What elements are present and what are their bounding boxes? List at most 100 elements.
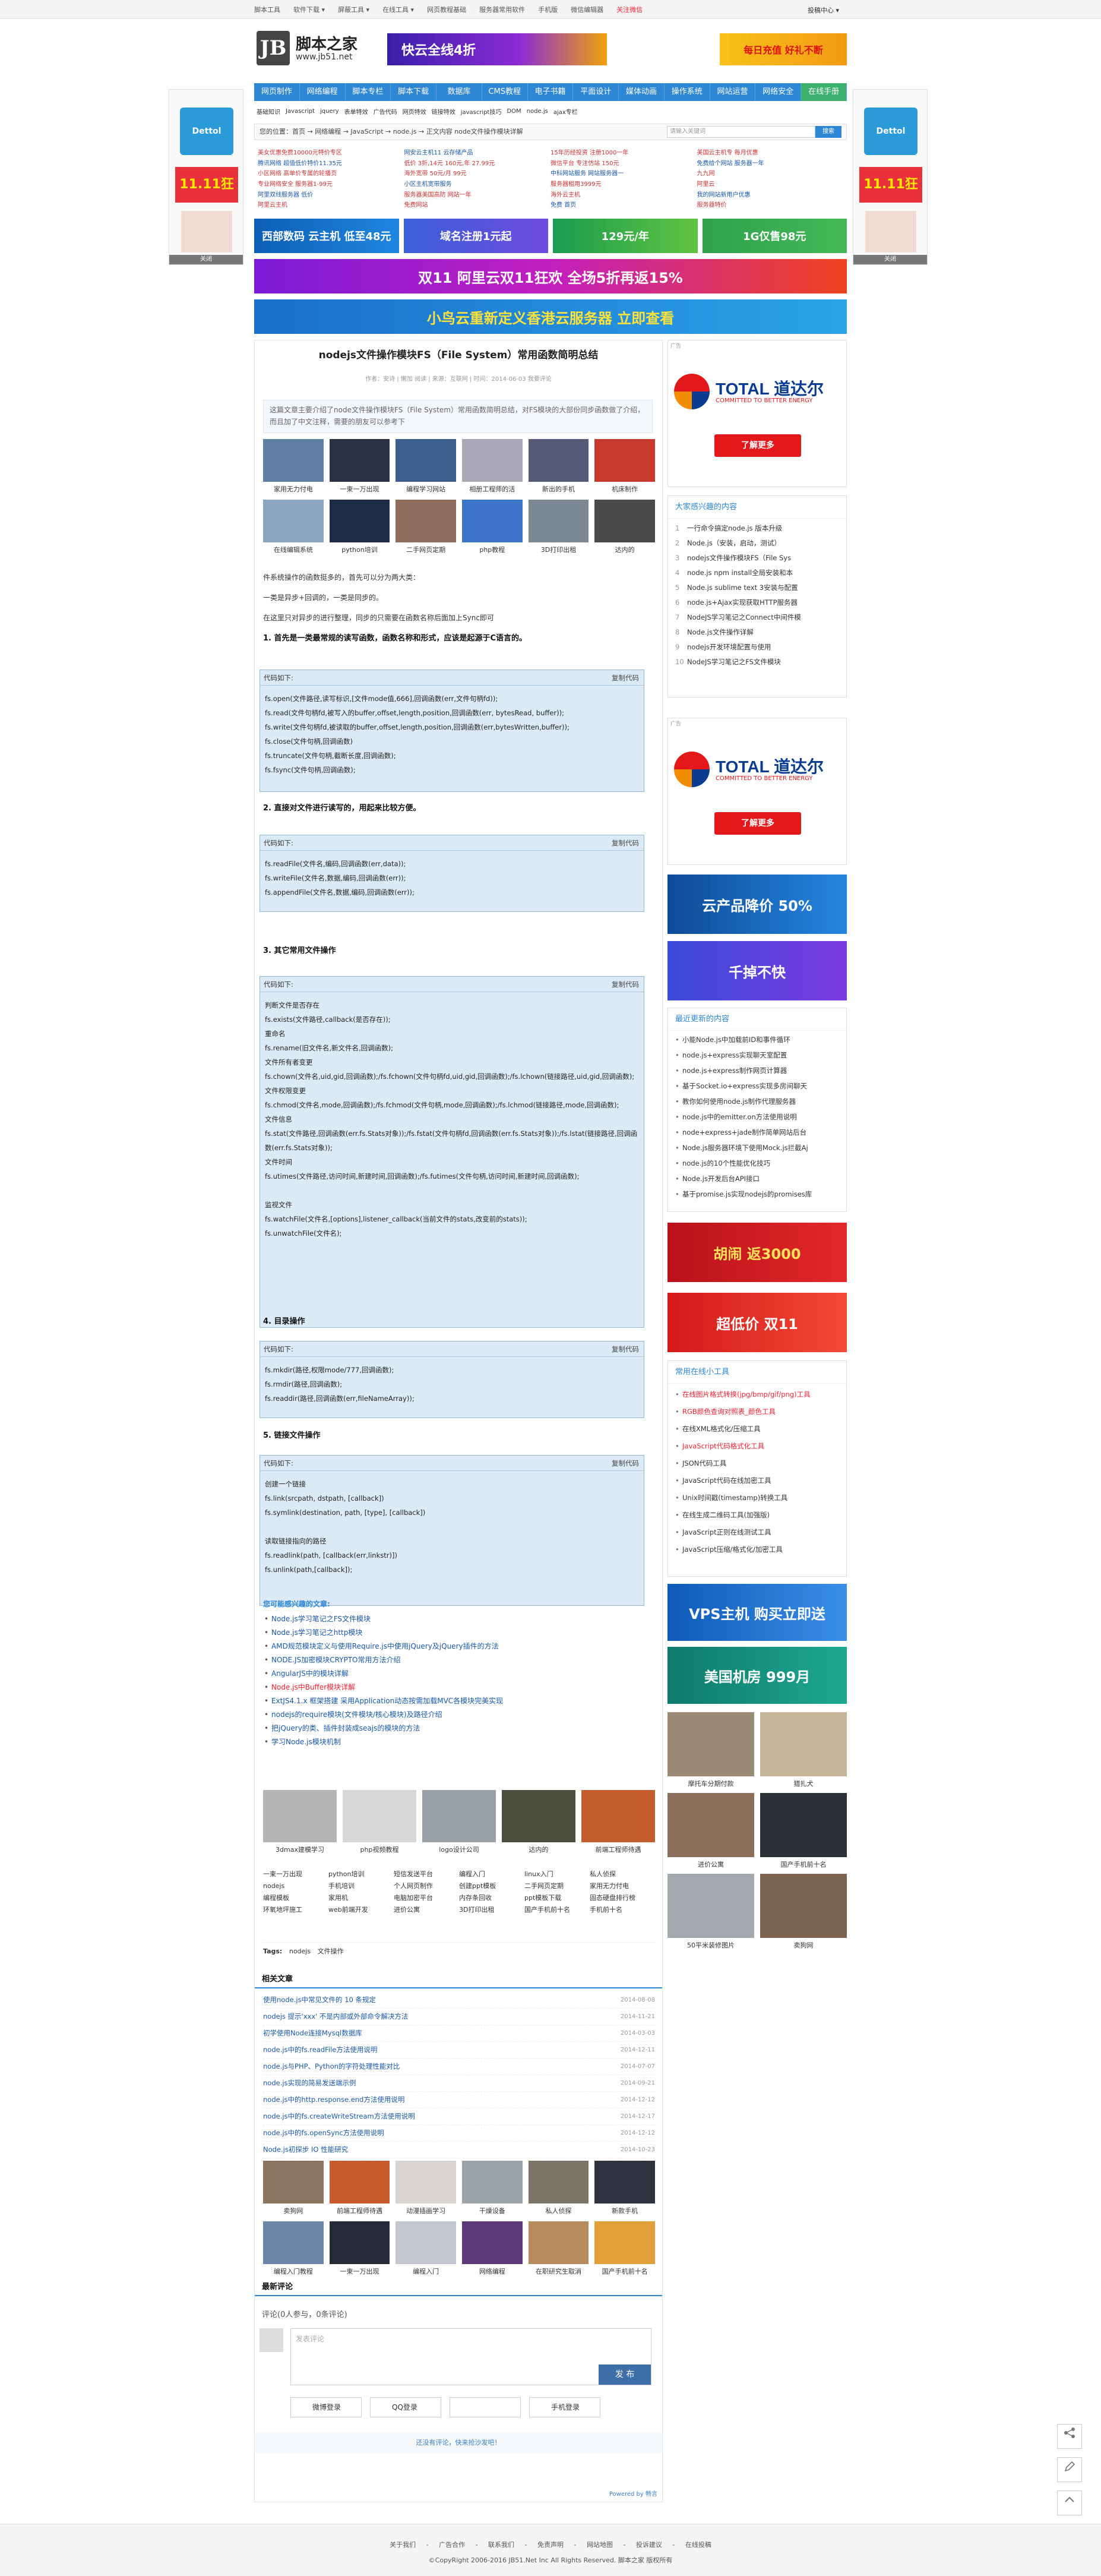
nav-item[interactable]: 电子书籍	[528, 83, 574, 101]
topbar-link[interactable]: 屏蔽工具 ▾	[338, 5, 369, 14]
news-title[interactable]: node.js实现的简易发送端示例	[263, 2075, 356, 2091]
related-link[interactable]: 学习Node.js模块机制	[263, 1735, 655, 1749]
interest-item[interactable]: 10 NodeJS学习笔记之FS文件模块	[675, 655, 839, 670]
related-link[interactable]: Node.js学习笔记之http模块	[263, 1626, 655, 1640]
ad-link[interactable]: 阿里云主机	[258, 201, 404, 211]
ad-link[interactable]: 海外宽带 50元/月 99元	[404, 169, 551, 180]
follow-wechat[interactable]: 关注微信	[616, 5, 643, 14]
keyword-link[interactable]: web前端开发	[328, 1904, 394, 1916]
ad-link[interactable]: 九九网	[697, 169, 844, 180]
thumb-card[interactable]: 在线编辑系统	[263, 500, 324, 558]
pic-card[interactable]: 国产手机前十名	[760, 1793, 847, 1869]
copy-code-button[interactable]: 复制代码	[612, 835, 639, 851]
related-link[interactable]: nodejs的require模块(文件模块/核心模块)及路径介绍	[263, 1708, 655, 1722]
copy-code-button[interactable]: 复制代码	[612, 1341, 639, 1357]
news-title[interactable]: nodejs 提示'xxx' 不是内部或外部命令解决方法	[263, 2009, 408, 2025]
interest-item[interactable]: 8 Node.js文件操作详解	[675, 625, 839, 640]
copy-code-button[interactable]: 复制代码	[612, 977, 639, 992]
sidebar-banner-ad[interactable]: VPS主机 购买立即送	[667, 1584, 847, 1641]
ad-link[interactable]: 免费 首页	[550, 201, 697, 211]
sidebar-banner-ad[interactable]: 千掉不快	[667, 941, 847, 1000]
ad-link[interactable]: 美女优惠免费10000元特价专区	[258, 149, 404, 159]
close-ad-button[interactable]: 关闭	[853, 255, 927, 264]
thumb-card[interactable]: python培训	[329, 500, 390, 558]
nav-item[interactable]: 在线手册	[801, 83, 847, 101]
thumb-card[interactable]: 前端工程师待遇	[581, 1790, 655, 1854]
nav-item[interactable]: 数据库	[436, 83, 482, 101]
nav-item[interactable]: 网页制作	[254, 83, 300, 101]
news-title[interactable]: 初学使用Node连接Mysql数据库	[263, 2025, 362, 2041]
sidebar-banner-ad[interactable]: 超低价 双11	[667, 1293, 847, 1352]
recent-link[interactable]: Node.js开发后台API接口	[675, 1171, 839, 1186]
login-link[interactable]: 投稿中心 ▾	[808, 5, 1101, 15]
search-button[interactable]: 搜索	[815, 126, 841, 138]
keyword-link[interactable]: 二手网页定期	[524, 1880, 590, 1892]
keyword-link[interactable]: 国产手机前十名	[524, 1904, 590, 1916]
tool-link[interactable]: Unix时间戳(timestamp)转换工具	[675, 1489, 839, 1507]
wide-banner-ad[interactable]: 小鸟云重新定义香港云服务器 立即查看	[254, 299, 847, 334]
news-title[interactable]: node.js中的fs.createWriteStream方法使用说明	[263, 2108, 415, 2124]
pic-card[interactable]: 卖狗网	[760, 1874, 847, 1950]
footer-links[interactable]: 关于我们 - 广告合作 - 联系我们 - 免责声明 - 网站地图 - 投诉建议 …	[0, 2540, 1101, 2549]
keyword-link[interactable]: 家用机	[328, 1892, 394, 1904]
interest-item[interactable]: 1 一行命令搞定node.js 版本升级	[675, 521, 839, 536]
related-link[interactable]: 把jQuery的类、插件封装成seajs的模块的方法	[263, 1722, 655, 1735]
interest-item[interactable]: 4 node.js npm install全局安装和本	[675, 566, 839, 580]
keyword-link[interactable]: ppt模板下载	[524, 1892, 590, 1904]
keyword-link[interactable]: 个人网页制作	[394, 1880, 459, 1892]
news-title[interactable]: node.js中的fs.readFile方法使用说明	[263, 2042, 377, 2058]
recent-link[interactable]: node+express+jade制作简单网站后台	[675, 1125, 839, 1140]
keyword-link[interactable]: 电脑加密平台	[394, 1892, 459, 1904]
news-title[interactable]: Node.js初探步 IO 性能研究	[263, 2142, 348, 2158]
thumb-card[interactable]: php教程	[461, 500, 523, 558]
recent-link[interactable]: 小能Node.js中加载前ID和事件循环	[675, 1032, 839, 1047]
ad-link[interactable]: 服务器租用3999元	[550, 180, 697, 191]
news-row[interactable]: node.js实现的简易发送端示例 2014-09-21	[263, 2075, 655, 2092]
tool-link[interactable]: JavaScript代码格式化工具	[675, 1438, 839, 1455]
left-float-ad[interactable]: Dettol 11.11狂欢 关闭	[169, 89, 243, 265]
news-row[interactable]: 使用node.js中常见文件的 10 条规定 2014-08-08	[263, 1992, 655, 2009]
pic-card[interactable]: 进价公寓	[667, 1793, 754, 1869]
thumb-card[interactable]: 网络编程	[461, 2221, 523, 2280]
learn-more-button[interactable]: 了解更多	[714, 812, 801, 835]
subnav-link[interactable]: Javascript	[286, 108, 315, 115]
ad-link[interactable]: 服务器特价	[697, 201, 844, 211]
thumb-card[interactable]: 新款手机	[594, 2161, 655, 2219]
thumb-card[interactable]: 在职研究生取消	[528, 2221, 589, 2280]
keyword-link[interactable]: 一束一万出现	[263, 1868, 328, 1880]
banner-ad[interactable]: 1G仅售98元	[702, 219, 847, 253]
keyword-link[interactable]: 固态硬盘排行榜	[590, 1892, 655, 1904]
recent-link[interactable]: node.js的10个性能优化技巧	[675, 1156, 839, 1171]
news-title[interactable]: node.js中的fs.openSync方法使用说明	[263, 2125, 384, 2141]
keyword-link[interactable]: 编程模板	[263, 1892, 328, 1904]
thumb-card[interactable]: 达内的	[594, 500, 655, 558]
tool-link[interactable]: 在线XML格式化/压缩工具	[675, 1420, 839, 1438]
subnav-link[interactable]: ajax专栏	[553, 107, 578, 116]
ad-link[interactable]: 小区主机宽带服务	[404, 180, 551, 191]
subnav-link[interactable]: 广告代码	[374, 107, 397, 116]
news-row[interactable]: Node.js初探步 IO 性能研究 2014-10-23	[263, 2142, 655, 2158]
news-row[interactable]: node.js与PHP、Python的字符处理性能对比 2014-07-07	[263, 2059, 655, 2075]
tool-link[interactable]: JSON代码工具	[675, 1455, 839, 1472]
comment-textarea[interactable]: 发表评论 发 布	[290, 2328, 651, 2385]
banner-ad[interactable]: 129元/年	[553, 219, 698, 253]
news-row[interactable]: node.js中的fs.createWriteStream方法使用说明 2014-…	[263, 2108, 655, 2125]
tool-link[interactable]: JavaScript代码在线加密工具	[675, 1472, 839, 1489]
ad-link[interactable]: 免费网站	[404, 201, 551, 211]
news-row[interactable]: 初学使用Node连接Mysql数据库 2014-03-03	[263, 2025, 655, 2042]
news-title[interactable]: 使用node.js中常见文件的 10 条规定	[263, 1992, 376, 2008]
back-to-top-button[interactable]	[1057, 2490, 1082, 2515]
ad-link[interactable]: 网安云主机11 云存储产品	[404, 149, 551, 159]
thumb-card[interactable]: 一束一万出现	[329, 2221, 390, 2280]
keyword-link[interactable]: 短信发送平台	[394, 1868, 459, 1880]
ad-link[interactable]: 海外云主机	[550, 191, 697, 201]
ad-link[interactable]: 免费给个网站 服务器一年	[697, 159, 844, 170]
ad-link[interactable]: 阿里云	[697, 180, 844, 191]
weibo-login-button[interactable]: 微博登录	[290, 2397, 362, 2417]
related-link[interactable]: Node.js中Buffer模块详解	[263, 1681, 655, 1694]
interest-item[interactable]: 5 Node.js sublime text 3安装与配置	[675, 580, 839, 595]
ad-link[interactable]: 专业网络安全 服务器1-99元	[258, 180, 404, 191]
recent-link[interactable]: Node.js服务器环境下使用Mock.js拦截Aj	[675, 1140, 839, 1156]
news-row[interactable]: node.js中的fs.readFile方法使用说明 2014-12-11	[263, 2042, 655, 2059]
recent-link[interactable]: node.js+express制作网页计算器	[675, 1063, 839, 1078]
